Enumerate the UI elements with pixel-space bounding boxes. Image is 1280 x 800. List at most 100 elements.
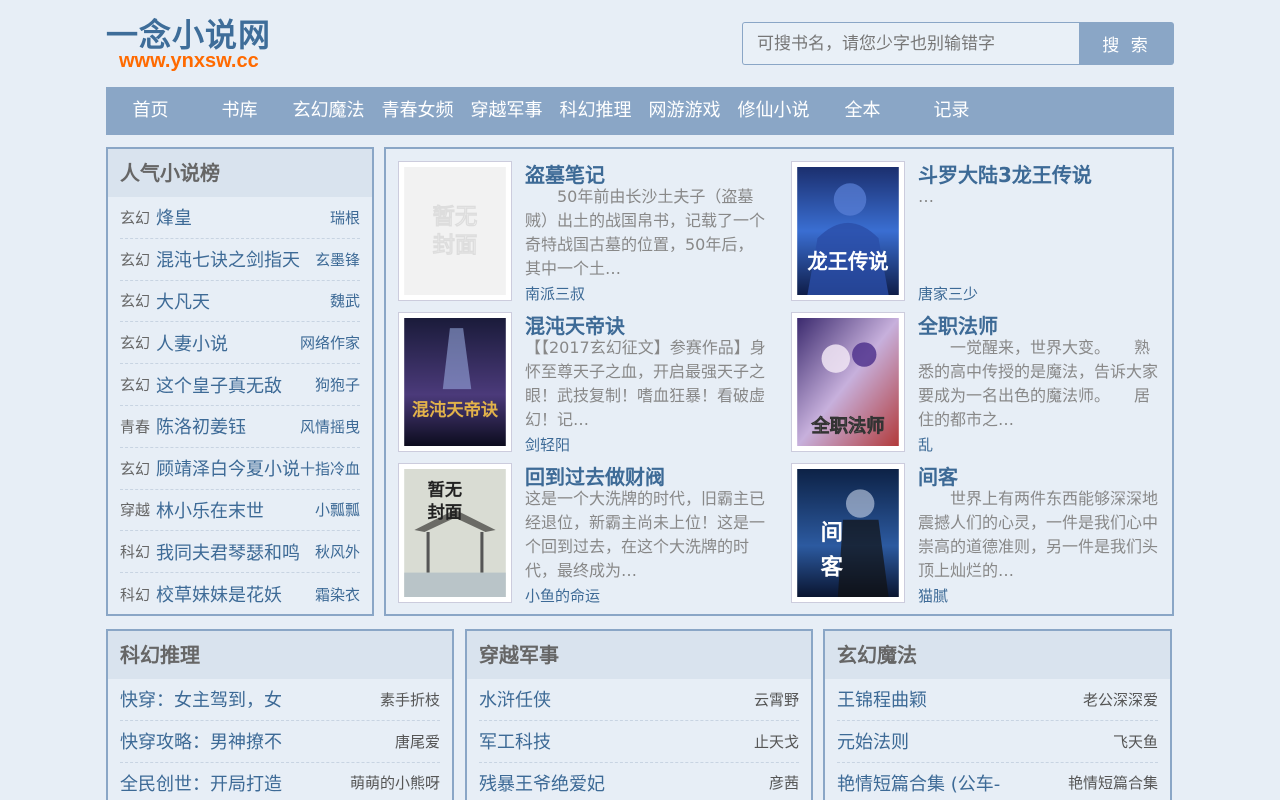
ranking-item: 玄幻 烽皇 瑞根 — [120, 197, 360, 239]
ranking-book-link[interactable]: 顾靖泽白今夏小说 — [156, 455, 300, 481]
ranking-author-link[interactable]: 风情摇曳 — [300, 416, 360, 437]
author-name: 萌萌的小熊呀 — [349, 774, 440, 793]
nav-military[interactable]: 穿越军事 — [462, 87, 551, 135]
book-link[interactable]: 快穿：女主驾到，女 — [120, 686, 282, 712]
ranking-author-link[interactable]: 狗狍子 — [315, 374, 360, 395]
ranking-book-link[interactable]: 陈洛初姜钰 — [156, 413, 300, 439]
ranking-book-link[interactable]: 校草妹妹是花妖 — [156, 581, 315, 607]
book-title[interactable]: 混沌天帝诀 — [525, 310, 625, 339]
category-title: 玄幻魔法 — [825, 631, 1170, 679]
cover-text: 龙王传说 — [807, 250, 888, 274]
nav-library[interactable]: 书库 — [195, 87, 284, 135]
ranking-list: 玄幻 烽皇 瑞根 玄幻 混沌七诀之剑指天 玄墨锋 玄幻 大凡天 魏武 玄幻 人妻小说 网络作家 … — [108, 197, 372, 615]
book-cover[interactable]: 龙王传说 — [791, 161, 905, 301]
book-cover[interactable]: 暂无 封面 — [398, 463, 512, 603]
book-title[interactable]: 全职法师 — [918, 310, 998, 339]
featured-book: 间 客 间客 世界上有两件东西能够深深地震撼人们的心灵，一件是我们心中崇高的道德… — [779, 451, 1159, 605]
ranking-item: 玄幻 顾靖泽白今夏小说 十指冷血 — [120, 448, 360, 490]
nav-complete[interactable]: 全本 — [818, 87, 907, 135]
book-description: 【【2017玄幻征文】参赛作品】身怀至尊天子之血，开启最强天子之眼！武技复制！嗜… — [525, 338, 766, 429]
book-title[interactable]: 间客 — [918, 461, 958, 490]
ranking-category: 玄幻 — [120, 292, 151, 311]
book-author[interactable]: 小鱼的命运 — [525, 585, 600, 606]
book-author[interactable]: 猫腻 — [918, 585, 948, 606]
ranking-author-link[interactable]: 瑞根 — [330, 207, 360, 228]
search-button[interactable]: 搜 索 — [1079, 22, 1174, 65]
ranking-book-link[interactable]: 大凡天 — [156, 288, 330, 314]
book-link[interactable]: 艳情短篇合集 (公车- — [837, 770, 1000, 796]
ranking-category: 玄幻 — [120, 459, 151, 478]
book-description: 50年前由长沙土夫子（盗墓贼）出土的战国帛书，记载了一个奇特战国古墓的位置，50… — [525, 187, 766, 278]
category-list: 水浒任侠 云霄野 军工科技 止天戈 残暴王爷绝爱妃 彦茜 — [467, 679, 811, 800]
ranking-author-link[interactable]: 网络作家 — [300, 332, 360, 353]
ranking-category: 玄幻 — [120, 376, 151, 395]
book-link[interactable]: 元始法则 — [837, 728, 909, 754]
featured-book: 全职法师 全职法师 一觉醒来，世界大变。 熟悉的高中传授的是魔法，告诉大家要成为… — [779, 300, 1159, 454]
ranking-author-link[interactable]: 魏武 — [330, 290, 360, 311]
cover-text: 封面 — [433, 232, 478, 258]
category-list: 王锦程曲颖 老公深深爱 元始法则 飞天鱼 艳情短篇合集 (公车- 艳情短篇合集 — [825, 679, 1170, 800]
book-link[interactable]: 水浒任侠 — [479, 686, 551, 712]
ranking-author-link[interactable]: 玄墨锋 — [315, 249, 360, 270]
ranking-category: 玄幻 — [120, 334, 151, 353]
book-cover[interactable]: 混沌天帝诀 — [398, 312, 512, 452]
ranking-author-link[interactable]: 十指冷血 — [300, 458, 360, 479]
author-name: 飞天鱼 — [1112, 732, 1158, 751]
site-domain: www.ynxsw.cc — [119, 50, 259, 72]
nav-youth[interactable]: 青春女频 — [373, 87, 462, 135]
book-title[interactable]: 斗罗大陆3龙王传说 — [918, 159, 1092, 188]
ranking-book-link[interactable]: 这个皇子真无敌 — [156, 372, 315, 398]
cover-art-image: 全职法师 — [797, 318, 899, 446]
nav-scifi[interactable]: 科幻推理 — [551, 87, 640, 135]
ranking-panel: 人气小说榜 玄幻 烽皇 瑞根 玄幻 混沌七诀之剑指天 玄墨锋 玄幻 大凡天 魏武 玄幻 人妻小… — [106, 147, 374, 616]
author-name: 彦茜 — [768, 774, 799, 793]
book-link[interactable]: 残暴王爷绝爱妃 — [479, 770, 605, 796]
ranking-category: 青春 — [120, 417, 151, 436]
book-cover[interactable]: 暂无 封面 — [398, 161, 512, 301]
ranking-item: 玄幻 这个皇子真无敌 狗狍子 — [120, 364, 360, 406]
book-cover[interactable]: 间 客 — [791, 463, 905, 603]
cover-art-image: 龙王传说 — [797, 167, 899, 295]
book-title[interactable]: 盗墓笔记 — [525, 159, 605, 188]
book-description: 这是一个大洗牌的时代，旧霸主已经退位，新霸主尚未上位！这是一个回到过去，在这个大… — [525, 489, 766, 580]
main-nav: 首页 书库 玄幻魔法 青春女频 穿越军事 科幻推理 网游游戏 修仙小说 全本 记… — [106, 87, 1174, 135]
ranking-book-link[interactable]: 林小乐在末世 — [156, 497, 315, 523]
ranking-book-link[interactable]: 烽皇 — [156, 204, 330, 230]
list-item: 全民创世：开局打造 萌萌的小熊呀 — [120, 763, 440, 800]
list-item: 水浒任侠 云霄野 — [479, 679, 799, 721]
ranking-author-link[interactable]: 小瓢瓢 — [315, 499, 360, 520]
category-list: 快穿：女主驾到，女 素手折枝 快穿攻略：男神撩不 唐尾爱 全民创世：开局打造 萌萌的小… — [108, 679, 452, 800]
nav-games[interactable]: 网游游戏 — [640, 87, 729, 135]
book-link[interactable]: 军工科技 — [479, 728, 551, 754]
book-link[interactable]: 全民创世：开局打造 — [120, 770, 282, 796]
ranking-author-link[interactable]: 秋风外 — [315, 541, 360, 562]
ranking-book-link[interactable]: 我同夫君琴瑟和鸣 — [156, 539, 315, 565]
book-cover[interactable]: 全职法师 — [791, 312, 905, 452]
nav-fantasy[interactable]: 玄幻魔法 — [284, 87, 373, 135]
list-item: 军工科技 止天戈 — [479, 721, 799, 763]
book-description: … — [918, 187, 934, 206]
cover-art-image: 暂无 封面 — [404, 469, 506, 597]
ranking-book-link[interactable]: 人妻小说 — [156, 330, 300, 356]
book-link[interactable]: 快穿攻略：男神撩不 — [120, 728, 282, 754]
featured-book: 暂无 封面 回到过去做财阀 这是一个大洗牌的时代，旧霸主已经退位，新霸主尚未上位… — [386, 451, 766, 605]
cover-text: 暂无 — [433, 203, 478, 230]
book-link[interactable]: 王锦程曲颖 — [837, 686, 927, 712]
page: 一念小说网 www.ynxsw.cc 搜 索 首页 书库 玄幻魔法 青春女频 穿… — [0, 0, 1280, 800]
ranking-item: 玄幻 大凡天 魏武 — [120, 281, 360, 323]
search-input[interactable] — [742, 22, 1079, 65]
nav-home[interactable]: 首页 — [106, 87, 195, 135]
nav-xianxia[interactable]: 修仙小说 — [729, 87, 818, 135]
book-title[interactable]: 回到过去做财阀 — [525, 461, 665, 490]
ranking-author-link[interactable]: 霜染衣 — [315, 584, 360, 605]
ranking-title: 人气小说榜 — [108, 149, 372, 197]
cover-text: 客 — [821, 554, 844, 581]
author-name: 止天戈 — [753, 732, 799, 751]
nav-history[interactable]: 记录 — [907, 87, 996, 135]
featured-book: 龙王传说 斗罗大陆3龙王传说 … 唐家三少 — [779, 149, 1159, 303]
list-item: 元始法则 飞天鱼 — [837, 721, 1158, 763]
ranking-book-link[interactable]: 混沌七诀之剑指天 — [156, 246, 315, 272]
cover-text: 混沌天帝诀 — [412, 400, 499, 421]
category-title: 科幻推理 — [108, 631, 452, 679]
featured-book: 暂无 封面 盗墓笔记 50年前由长沙土夫子（盗墓贼）出土的战国帛书，记载了一个奇… — [386, 149, 766, 303]
